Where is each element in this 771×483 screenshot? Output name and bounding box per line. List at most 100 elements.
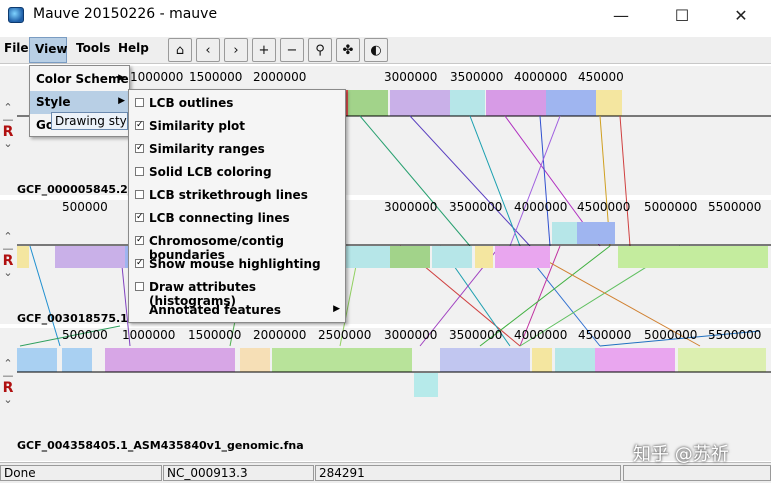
status-position: 284291: [315, 465, 621, 481]
status-text: Done: [0, 465, 162, 481]
checkbox-icon[interactable]: ✓: [135, 213, 144, 222]
move-down-icon[interactable]: ⌄: [3, 266, 12, 279]
maximize-button[interactable]: ☐: [660, 2, 704, 28]
ruler-tick: 500000: [62, 200, 108, 214]
ruler-tick: 2500000: [318, 328, 372, 342]
menu-item-label: Style: [36, 95, 71, 109]
move-down-icon[interactable]: ⌄: [3, 137, 12, 150]
ruler-tick: 5500000: [708, 200, 762, 214]
status-empty: [623, 465, 771, 481]
genome-controls: ⌃ — R ⌄: [1, 358, 15, 406]
lcb-block: [486, 90, 546, 116]
ruler-tick: 1000000: [130, 70, 184, 84]
checkbox-icon[interactable]: ✓: [135, 236, 144, 245]
ruler-tick: 5500000: [708, 328, 762, 342]
genome-controls: ⌃ — R ⌄: [1, 231, 15, 279]
genome-controls: ⌃ — R ⌄: [1, 102, 15, 150]
lcb-block: [595, 348, 675, 372]
menu-item-label: Solid LCB coloring: [149, 165, 272, 179]
ruler-tick: 1500000: [189, 70, 243, 84]
lcb-block: [62, 348, 92, 372]
menu-item-solid-lcb-coloring[interactable]: Solid LCB coloring: [129, 161, 345, 184]
menu-item-mouse-highlighting[interactable]: ✓ Show mouse highlighting: [129, 253, 345, 276]
checkbox-icon[interactable]: [135, 167, 144, 176]
genome-label: GCF_004358405.1_ASM435840v1_genomic.fna: [17, 439, 304, 452]
ruler-tick: 4000000: [514, 70, 568, 84]
submenu-arrow-icon: ▶: [118, 73, 125, 83]
lcb-block: [596, 90, 622, 116]
lcb-block: [546, 90, 596, 116]
minimize-button[interactable]: —: [599, 2, 643, 28]
ruler-tick: 3000000: [384, 70, 438, 84]
ruler-tick: 500000: [62, 328, 108, 342]
zoom-icon[interactable]: ⚲: [308, 38, 332, 62]
title-bar: Mauve 20150226 - mauve — ☐ ✕: [0, 0, 771, 31]
tooltip: Drawing style: [51, 112, 128, 130]
app-icon: [8, 7, 24, 23]
bird-icon[interactable]: ✤: [336, 38, 360, 62]
menu-file[interactable]: File: [4, 41, 29, 55]
close-button[interactable]: ✕: [719, 2, 763, 28]
zoom-out-icon[interactable]: −: [280, 38, 304, 62]
lcb-block: [105, 348, 235, 372]
menu-item-style[interactable]: Style ▶: [30, 91, 129, 114]
ruler-tick: 4000000: [514, 200, 568, 214]
lcb-block: [17, 246, 29, 268]
submenu-arrow-icon: ▶: [118, 96, 125, 106]
lcb-connector: [619, 115, 631, 247]
lcb-connector: [359, 115, 471, 247]
menu-item-label: Color Scheme: [36, 72, 129, 86]
color-wheel-icon[interactable]: ◐: [364, 38, 388, 62]
menu-item-label: LCB connecting lines: [149, 211, 290, 225]
lcb-block: [450, 90, 485, 116]
menu-item-label: Show mouse highlighting: [149, 257, 321, 271]
ruler-tick: 4500000: [578, 328, 632, 342]
menu-item-similarity-plot[interactable]: ✓ Similarity plot: [129, 115, 345, 138]
menu-item-contig-boundaries[interactable]: ✓ Chromosome/contig boundaries: [129, 230, 345, 262]
menu-item-lcb-strikethrough[interactable]: LCB strikethrough lines: [129, 184, 345, 207]
lcb-block: [17, 348, 57, 372]
lcb-block: [495, 246, 550, 268]
lcb-block: [414, 373, 438, 397]
menu-item-similarity-ranges[interactable]: ✓ Similarity ranges: [129, 138, 345, 161]
checkbox-icon[interactable]: [135, 282, 144, 291]
checkbox-icon[interactable]: [135, 98, 144, 107]
checkbox-icon[interactable]: ✓: [135, 259, 144, 268]
ruler-tick: 3500000: [449, 200, 503, 214]
zoom-in-icon[interactable]: +: [252, 38, 276, 62]
menu-item-draw-attributes[interactable]: Draw attributes (histograms): [129, 276, 345, 308]
checkbox-icon[interactable]: [135, 190, 144, 199]
menu-item-lcb-outlines[interactable]: LCB outlines: [129, 92, 345, 115]
menu-help[interactable]: Help: [118, 41, 149, 55]
lcb-block: [577, 222, 615, 244]
menu-item-label: Similarity plot: [149, 119, 246, 133]
menu-item-label: LCB outlines: [149, 96, 234, 110]
ruler-tick: 3000000: [384, 200, 438, 214]
lcb-block: [346, 90, 348, 116]
lcb-block: [678, 348, 766, 372]
lcb-connector: [539, 115, 551, 247]
lcb-block: [390, 246, 430, 268]
lcb-block: [55, 246, 125, 268]
status-sequence: NC_000913.3: [163, 465, 314, 481]
checkbox-icon[interactable]: ✓: [135, 144, 144, 153]
checkbox-icon[interactable]: ✓: [135, 121, 144, 130]
lcb-block: [432, 246, 472, 268]
lcb-block: [272, 348, 412, 372]
ruler-tick: 3500000: [449, 328, 503, 342]
home-icon[interactable]: ⌂: [168, 38, 192, 62]
menu-item-annotated-features[interactable]: Annotated features ▶: [129, 299, 345, 322]
back-icon[interactable]: ‹: [196, 38, 220, 62]
genome-label: GCF_000005845.2_: [17, 183, 134, 196]
menu-item-label: Annotated features: [149, 303, 282, 317]
forward-icon[interactable]: ›: [224, 38, 248, 62]
menu-tools[interactable]: Tools: [76, 41, 110, 55]
style-submenu: LCB outlines ✓ Similarity plot ✓ Similar…: [128, 89, 346, 323]
move-down-icon[interactable]: ⌄: [3, 393, 12, 406]
ruler-tick: 3500000: [450, 70, 504, 84]
menu-item-lcb-connecting-lines[interactable]: ✓ LCB connecting lines: [129, 207, 345, 230]
menu-item-color-scheme[interactable]: Color Scheme ▶: [30, 68, 129, 91]
submenu-arrow-icon: ▶: [333, 304, 340, 314]
menu-view[interactable]: View: [29, 37, 67, 63]
genome-label: GCF_003018575.1: [17, 312, 128, 325]
